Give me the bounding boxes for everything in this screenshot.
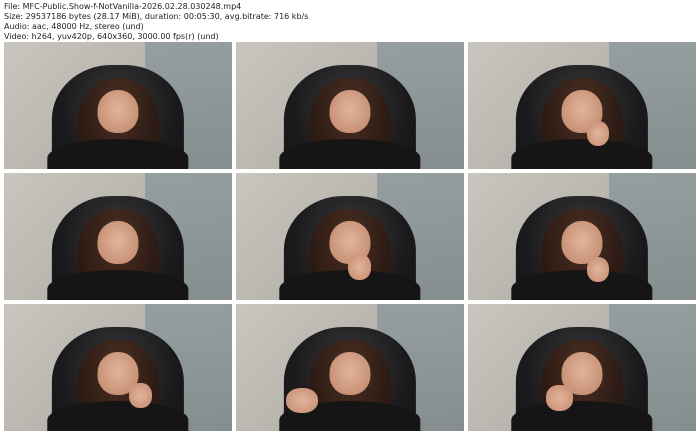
thumbnail-1 bbox=[4, 42, 232, 169]
file-info-header: File: MFC-Public.Show-f-NotVanilla-2026.… bbox=[4, 2, 694, 42]
thumbnail-3 bbox=[468, 42, 696, 169]
thumbnail-6 bbox=[468, 173, 696, 300]
thumbnail-5 bbox=[236, 173, 464, 300]
thumbnail-grid bbox=[4, 42, 696, 431]
thumbnail-7 bbox=[4, 304, 232, 431]
thumbnail-9 bbox=[468, 304, 696, 431]
thumbnail-8 bbox=[236, 304, 464, 431]
video-info-line: Video: h264, yuv420p, 640x360, 3000.00 f… bbox=[4, 32, 219, 41]
thumbnail-2 bbox=[236, 42, 464, 169]
thumbnail-4 bbox=[4, 173, 232, 300]
file-size-line: Size: 29537186 bytes (28.17 MiB), durati… bbox=[4, 12, 309, 21]
file-name-line: File: MFC-Public.Show-f-NotVanilla-2026.… bbox=[4, 2, 242, 11]
audio-info-line: Audio: aac, 48000 Hz, stereo (und) bbox=[4, 22, 144, 31]
